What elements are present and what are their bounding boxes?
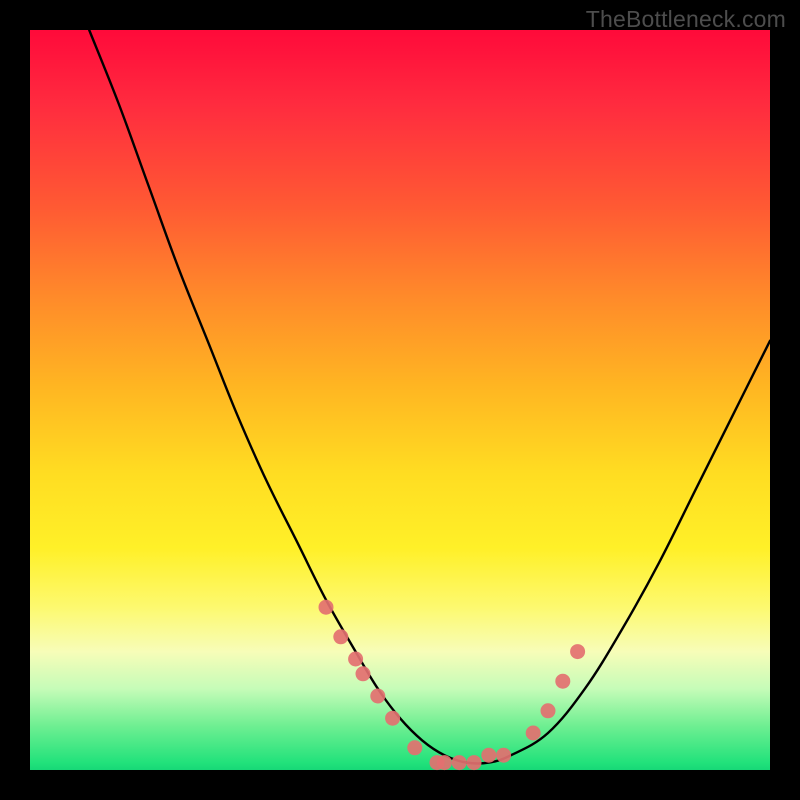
chart-overlay [30, 30, 770, 770]
scatter-points [319, 600, 586, 770]
scatter-point [385, 711, 400, 726]
scatter-point [452, 755, 467, 770]
scatter-point [555, 674, 570, 689]
scatter-point [333, 629, 348, 644]
scatter-point [319, 600, 334, 615]
scatter-point [370, 689, 385, 704]
bottleneck-curve [89, 30, 770, 764]
scatter-point [496, 748, 511, 763]
chart-frame [30, 30, 770, 770]
scatter-point [467, 755, 482, 770]
scatter-point [526, 726, 541, 741]
scatter-point [407, 740, 422, 755]
scatter-point [570, 644, 585, 659]
scatter-point [437, 755, 452, 770]
scatter-point [356, 666, 371, 681]
scatter-point [541, 703, 556, 718]
scatter-point [481, 748, 496, 763]
watermark-text: TheBottleneck.com [586, 6, 786, 33]
scatter-point [348, 652, 363, 667]
